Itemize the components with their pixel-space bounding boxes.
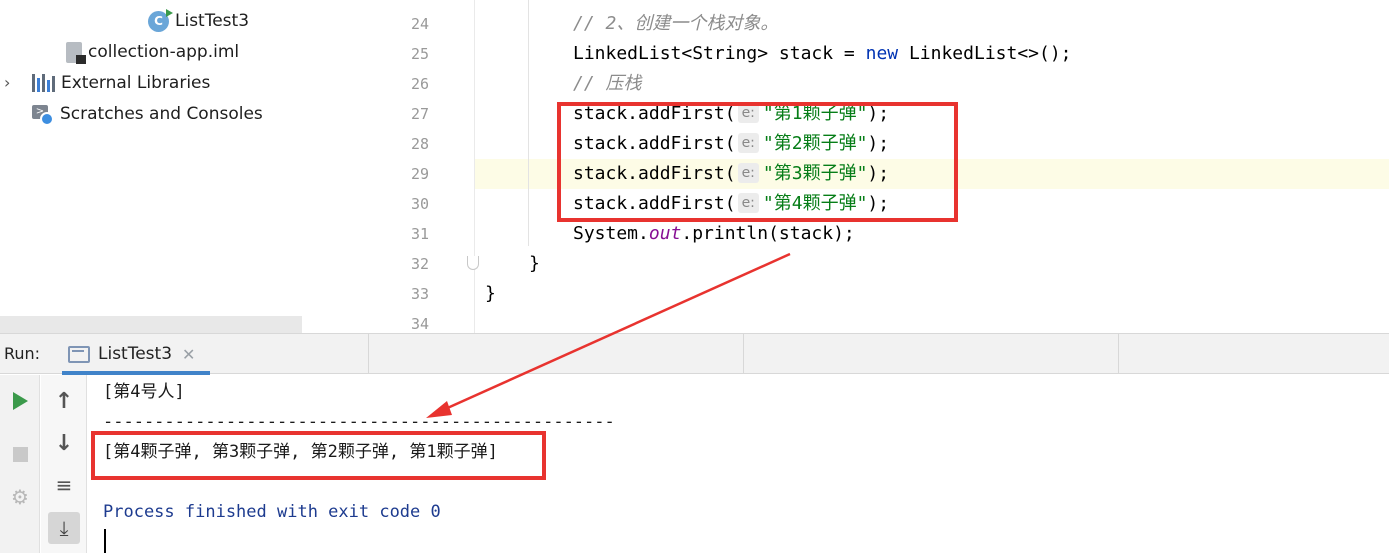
code-keyword: new — [865, 43, 899, 64]
process-finished-message: Process finished with exit code 0 — [103, 502, 441, 522]
module-file-icon — [66, 41, 86, 64]
library-icon — [32, 74, 55, 92]
code-comment: // 压栈 — [573, 73, 642, 94]
text-caret — [104, 529, 106, 553]
code-text: .println(stack); — [681, 223, 855, 244]
run-toolbar-primary: ⚙ — [0, 375, 40, 553]
scroll-up-button[interactable]: ↑ — [49, 387, 79, 415]
code-static-field: out — [648, 223, 682, 244]
code-line-25: LinkedList<String> stack = new LinkedLis… — [391, 39, 1389, 69]
code-brace: } — [485, 283, 496, 304]
run-tab-label: ListTest3 — [98, 344, 173, 364]
header-divider — [368, 334, 369, 374]
header-divider — [743, 334, 744, 374]
run-tab-listtest3[interactable]: ListTest3 ✕ — [62, 334, 210, 375]
code-line-31: System.out.println(stack); — [391, 219, 1389, 249]
soft-wrap-button[interactable]: ≡ — [49, 471, 79, 499]
tree-item-label: Scratches and Consoles — [60, 104, 263, 124]
soft-wrap-icon: ≡ — [55, 473, 73, 497]
code-text: LinkedList<>(); — [898, 43, 1072, 64]
run-toolbar-secondary: ↑ ↓ ≡ ⤓ — [41, 375, 87, 553]
code-comment: // 2、创建一个栈对象。 — [573, 13, 779, 34]
gear-icon: ⚙ — [11, 485, 29, 509]
stop-button[interactable] — [8, 442, 32, 466]
header-divider — [1118, 334, 1119, 374]
tree-item-scratches-and-consoles[interactable]: > Scratches and Consoles — [32, 100, 263, 128]
annotation-box-code — [557, 102, 958, 222]
code-text: System. — [573, 223, 649, 244]
scroll-down-button[interactable]: ↓ — [49, 429, 79, 457]
tree-item-label: collection-app.iml — [88, 42, 240, 62]
scroll-to-end-button[interactable]: ⤓ — [47, 511, 81, 545]
annotation-box-output — [91, 431, 546, 480]
console-window-icon — [68, 345, 90, 363]
tree-item-collection-app-iml[interactable]: collection-app.iml — [66, 38, 239, 66]
tree-item-external-libraries[interactable]: External Libraries — [32, 69, 210, 97]
run-tool-window-header: Run: ListTest3 ✕ — [0, 333, 1389, 375]
arrow-up-icon: ↑ — [54, 388, 74, 414]
scroll-to-end-icon: ⤓ — [48, 512, 80, 544]
code-line-33: } — [391, 279, 1389, 309]
tree-item-label: External Libraries — [61, 73, 211, 93]
rerun-button[interactable] — [8, 389, 32, 413]
code-line-24: // 2、创建一个栈对象。 — [391, 9, 1389, 39]
scratches-icon: > — [32, 103, 54, 126]
tree-item-listtest3[interactable]: C ListTest3 — [148, 7, 249, 35]
horizontal-scrollbar[interactable] — [0, 316, 302, 333]
code-line-32: } — [391, 249, 1389, 279]
stop-icon — [12, 446, 28, 462]
settings-button[interactable]: ⚙ — [6, 483, 34, 511]
java-class-icon: C — [148, 8, 173, 32]
arrow-down-icon: ↓ — [54, 430, 74, 456]
console-line: [第4号人] — [103, 382, 185, 402]
run-label: Run: — [4, 344, 41, 363]
code-text: LinkedList<String> stack = — [573, 43, 866, 64]
project-tree-panel: C ListTest3 collection-app.iml › Externa… — [0, 0, 302, 333]
chevron-right-icon[interactable]: › — [4, 73, 10, 92]
code-line-26: // 压栈 — [391, 69, 1389, 99]
code-brace: } — [529, 253, 540, 274]
close-icon[interactable]: ✕ — [182, 345, 195, 364]
tree-item-label: ListTest3 — [175, 11, 250, 31]
play-icon — [12, 392, 28, 410]
